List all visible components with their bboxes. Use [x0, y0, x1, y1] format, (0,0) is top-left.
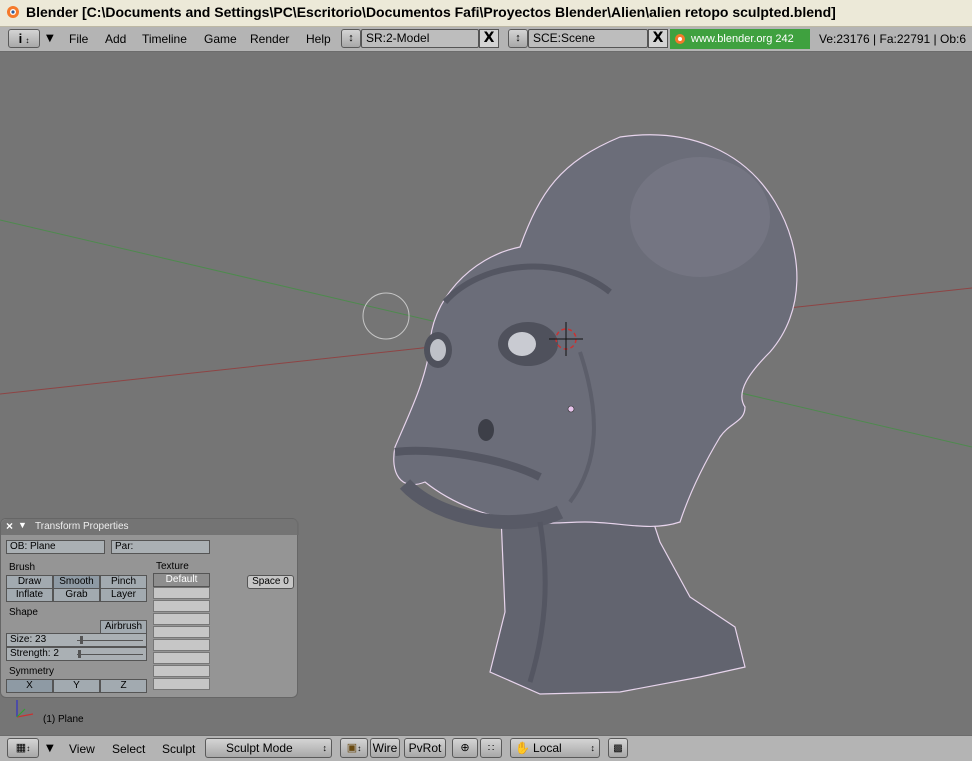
shaded-cube-icon: ▣ [346, 742, 358, 754]
blender-url-badge[interactable]: www.blender.org 242 [670, 29, 810, 49]
blender-logo-icon [7, 6, 19, 18]
brush-grab-button[interactable]: Grab [53, 588, 100, 602]
nostril [478, 419, 494, 441]
sculpt-brush-cursor [362, 292, 410, 340]
updown-arrows-icon: ↕ [25, 36, 30, 45]
updown-arrows-icon: ↕ [357, 744, 362, 753]
left-eye [508, 332, 536, 356]
axis-gizmo [16, 700, 34, 718]
menu-add[interactable]: Add [105, 32, 126, 46]
blender-small-icon [675, 34, 685, 44]
render-preview-button[interactable]: ▩ [608, 738, 628, 758]
viewport-editor-type-button[interactable]: ▦↕ [7, 738, 39, 758]
snap-grid-icon: ∷ [487, 743, 495, 754]
menu-file[interactable]: File [69, 32, 88, 46]
screen-name-field[interactable]: SR:2-Model [361, 29, 479, 48]
pivot-point-dropdown[interactable]: ⊕ [452, 738, 478, 758]
info-icon: i [18, 31, 23, 46]
orientation-value: Local [533, 741, 562, 755]
texture-slot[interactable] [153, 665, 210, 677]
screen-browse-button[interactable]: ↕ [341, 29, 361, 48]
collapse-menu-icon[interactable]: ▼ [46, 33, 54, 44]
menu-render[interactable]: Render [250, 32, 289, 46]
airbrush-toggle[interactable]: Airbrush [100, 620, 147, 634]
render-icon: ▩ [613, 743, 623, 754]
wire-toggle[interactable]: Wire [370, 738, 400, 758]
updown-arrows-icon: ↕ [26, 744, 31, 753]
brush-label: Brush [9, 562, 36, 573]
texture-slot[interactable] [153, 639, 210, 651]
menu-timeline[interactable]: Timeline [142, 32, 187, 46]
active-object-label: (1) Plane [43, 714, 84, 725]
pivot-rotate-toggle[interactable]: PvRot [404, 738, 446, 758]
menu-view[interactable]: View [69, 742, 95, 756]
brush-size-track [77, 640, 143, 641]
menu-help[interactable]: Help [306, 32, 331, 46]
scene-delete-button[interactable]: X [648, 29, 668, 48]
texture-slot[interactable] [153, 587, 210, 599]
symmetry-label: Symmetry [9, 666, 54, 677]
menu-sculpt[interactable]: Sculpt [162, 742, 195, 756]
snap-toggle[interactable]: ∷ [480, 738, 502, 758]
texture-slot[interactable] [153, 600, 210, 612]
mode-select-value: Sculpt Mode [226, 741, 293, 755]
window-title: Blender [C:\Documents and Settings\PC\Es… [26, 4, 836, 20]
brush-layer-button[interactable]: Layer [100, 588, 147, 602]
texture-space-button[interactable]: Space 0 [247, 575, 294, 589]
hand-icon: ✋ [515, 741, 530, 755]
updown-arrows-icon: ↕ [590, 743, 596, 753]
right-eye [430, 339, 446, 361]
brush-strength-handle[interactable] [78, 650, 81, 658]
brush-inflate-button[interactable]: Inflate [6, 588, 53, 602]
close-icon[interactable]: × [6, 519, 13, 533]
scene-browse-button[interactable]: ↕ [508, 29, 528, 48]
brush-pinch-button[interactable]: Pinch [100, 575, 147, 589]
texture-label: Texture [156, 561, 189, 572]
texture-slot[interactable] [153, 626, 210, 638]
brush-strength-text: Strength: 2 [10, 648, 59, 659]
transform-properties-panel: × ▼ Transform Properties OB: Plane Par: … [0, 518, 299, 698]
skull-highlight [630, 157, 770, 277]
window-titlebar: Blender [C:\Documents and Settings\PC\Es… [0, 0, 972, 27]
symmetry-x-button[interactable]: X [6, 679, 53, 693]
blender-url-text: www.blender.org 242 [691, 33, 794, 45]
brush-strength-track [77, 654, 143, 655]
symmetry-z-button[interactable]: Z [100, 679, 147, 693]
brush-size-slider[interactable]: Size: 23 [6, 633, 147, 647]
brush-size-handle[interactable] [80, 636, 83, 644]
texture-slot[interactable] [153, 652, 210, 664]
scene-stats: Ve:23176 | Fa:22791 | Ob:6 [819, 32, 967, 46]
object-name-field[interactable]: OB: Plane [6, 540, 105, 554]
collapse-menu-icon[interactable]: ▼ [46, 743, 54, 754]
screen-delete-button[interactable]: X [479, 29, 499, 48]
texture-slot[interactable] [153, 678, 210, 690]
shape-label: Shape [9, 607, 38, 618]
object-origin [567, 405, 575, 413]
viewport-header: ▦↕ ▼ View Select Sculpt Sculpt Mode ↕ ▣↕… [0, 735, 972, 761]
updown-arrows-icon: ↕ [322, 743, 328, 753]
menu-game[interactable]: Game [204, 32, 237, 46]
brush-smooth-button[interactable]: Smooth [53, 575, 100, 589]
symmetry-y-button[interactable]: Y [53, 679, 100, 693]
collapse-icon[interactable]: ▼ [18, 520, 27, 530]
mode-select-dropdown[interactable]: Sculpt Mode ↕ [205, 738, 332, 758]
parent-field[interactable]: Par: [111, 540, 210, 554]
editor-type-button[interactable]: i ↕ [8, 29, 40, 48]
brush-strength-slider[interactable]: Strength: 2 [6, 647, 147, 661]
panel-header[interactable]: × ▼ Transform Properties [1, 519, 299, 535]
texture-slot-default[interactable]: Default [153, 573, 210, 587]
brush-draw-button[interactable]: Draw [6, 575, 53, 589]
texture-slot[interactable] [153, 613, 210, 625]
pivot-icon: ⊕ [460, 742, 470, 754]
transform-orientation-dropdown[interactable]: ✋ Local ↕ [510, 738, 600, 758]
main-menubar: i ↕ ▼ File Add Timeline Game Render Help… [0, 27, 972, 52]
brush-size-text: Size: 23 [10, 634, 47, 645]
draw-type-dropdown[interactable]: ▣↕ [340, 738, 368, 758]
menu-select[interactable]: Select [112, 742, 145, 756]
grid-icon: ▦ [15, 742, 27, 754]
scene-name-field[interactable]: SCE:Scene [528, 29, 648, 48]
panel-title: Transform Properties [35, 521, 129, 532]
